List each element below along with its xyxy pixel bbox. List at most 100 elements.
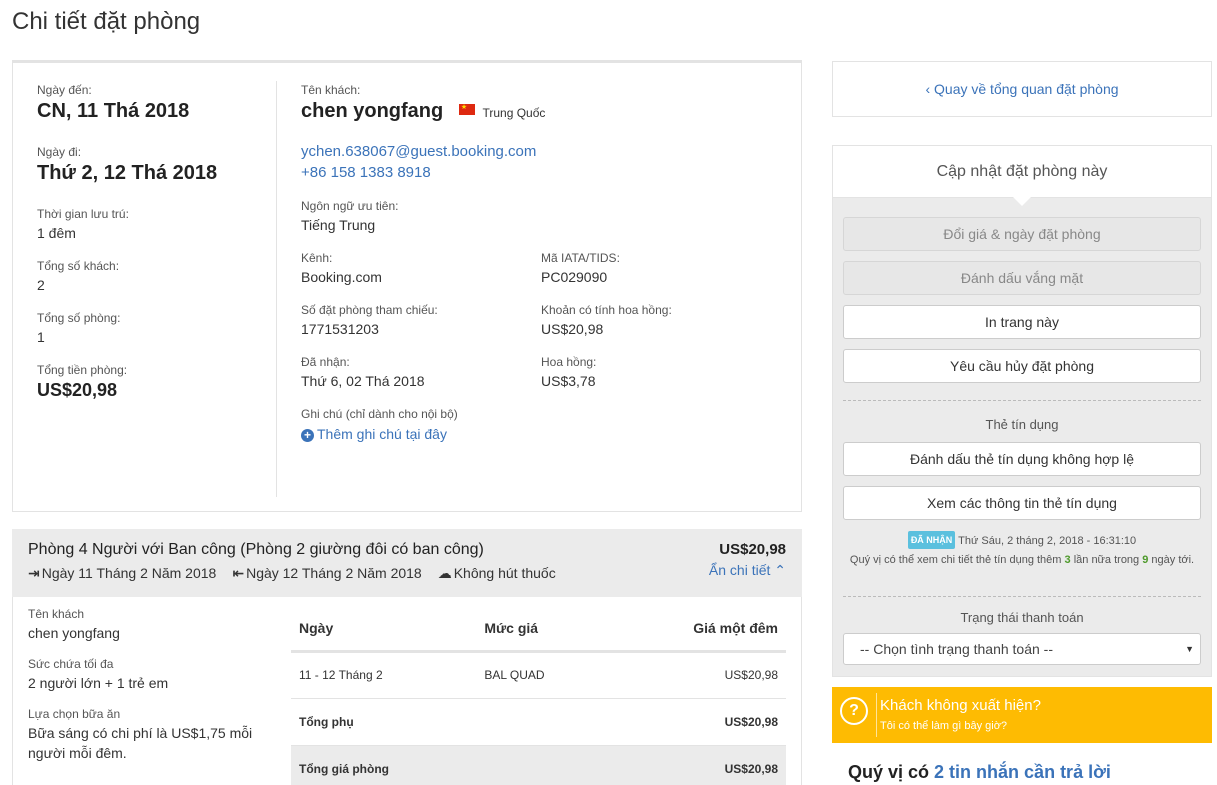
chevron-up-icon: ⌃ [774, 562, 786, 578]
guest-name-label: Tên khách: [301, 83, 361, 97]
meal-option: Bữa sáng có chi phí là US$1,75 mỗi người… [28, 725, 253, 761]
china-flag-icon [458, 103, 475, 115]
commissionable-label: Khoản có tính hoa hồng: [541, 303, 672, 317]
total-price-label: Tổng tiền phòng: [37, 363, 128, 377]
internal-note-label: Ghi chú (chỉ dành cho nội bộ) [301, 407, 458, 421]
change-price-dates-button[interactable]: Đổi giá & ngày đặt phòng [843, 217, 1201, 251]
row-date: 11 - 12 Tháng 2 [291, 651, 477, 699]
col-rate: Mức giá [476, 607, 610, 653]
no-show-title: Khách không xuất hiện? [880, 697, 1041, 714]
request-cancellation-button[interactable]: Yêu cầu hủy đặt phòng [843, 349, 1201, 383]
room-details: Tên khách chen yongfang Sức chứa tối đa … [12, 597, 802, 785]
guest-phone-link[interactable]: +86 158 1383 8918 [301, 164, 781, 181]
card-received-info: ĐÃ NHẬN Thứ Sáu, 2 tháng 2, 2018 - 16:31… [843, 531, 1201, 549]
room-guest-label: Tên khách [28, 607, 85, 621]
col-nightly-price: Giá một đêm [609, 607, 786, 653]
booking-summary-card: Ngày đến: CN, 11 Thá 2018 Ngày đi: Thứ 2… [12, 60, 802, 512]
guest-email-link[interactable]: ychen.638067@guest.booking.com [301, 143, 781, 160]
no-show-banner[interactable]: ? Khách không xuất hiện? Tôi có thể làm … [832, 687, 1212, 743]
received-badge: ĐÃ NHẬN [907, 531, 956, 549]
payment-status-select[interactable]: -- Chọn tình trạng thanh toán -- ▼ [843, 633, 1201, 665]
cc-note-text: ngày tới. [1151, 554, 1195, 566]
summary-divider [276, 81, 277, 497]
stay-length-label: Thời gian lưu trú: [37, 207, 129, 221]
room-total-value: US$20,98 [609, 745, 786, 785]
departure-label: Ngày đi: [37, 145, 82, 159]
total-price: US$20,98 [37, 380, 118, 400]
check-in-icon: ⇥ [28, 565, 40, 581]
mark-no-show-button[interactable]: Đánh dấu vắng mặt [843, 261, 1201, 295]
add-note-link[interactable]: + Thêm ghi chú tại đây [301, 426, 781, 442]
add-note-text: Thêm ghi chú tại đây [317, 426, 447, 442]
divider [843, 596, 1201, 597]
cc-note-text: Quý vị có thể xem chi tiết thẻ tín dụng … [849, 554, 1062, 566]
channel-label: Kênh: [301, 251, 333, 265]
subtotal-value: US$20,98 [609, 698, 786, 746]
messages-prefix: Quý vị có [848, 762, 930, 782]
received-date: Thứ 6, 02 Thá 2018 [301, 373, 425, 389]
total-rooms-label: Tổng số phòng: [37, 311, 121, 325]
table-row: 11 - 12 Tháng 2 BAL QUAD US$20,98 [291, 651, 786, 699]
total-guests: 2 [37, 277, 45, 293]
mark-card-invalid-button[interactable]: Đánh dấu thẻ tín dụng không hợp lệ [843, 442, 1201, 476]
back-to-overview-link[interactable]: ‹ Quay về tổng quan đặt phòng [925, 81, 1118, 97]
plus-icon: + [301, 429, 314, 442]
messages-heading: Quý vị có 2 tin nhắn cần trả lời [848, 762, 1111, 783]
stay-summary: Ngày đến: CN, 11 Thá 2018 Ngày đi: Thứ 2… [37, 83, 267, 419]
room-price: US$20,98 [719, 541, 786, 558]
divider [843, 400, 1201, 401]
no-show-subtitle: Tôi có thể làm gì bây giờ? [880, 720, 1008, 732]
meal-label: Lựa chọn bữa ăn [28, 707, 121, 721]
channel: Booking.com [301, 269, 382, 285]
capacity-label: Sức chứa tối đa [28, 657, 114, 671]
rate-table: Ngày Mức giá Giá một đêm 11 - 12 Tháng 2… [291, 607, 786, 785]
total-guests-label: Tổng số khách: [37, 259, 120, 273]
iata-code: PC029090 [541, 269, 608, 285]
hide-details-link[interactable]: Ẩn chi tiết ⌃ [709, 562, 786, 579]
total-row: Tổng giá phòng US$20,98 [291, 745, 786, 785]
commission-label: Hoa hồng: [541, 355, 597, 369]
chevron-left-icon: ‹ [925, 81, 931, 97]
hide-details-text: Ẩn chi tiết [708, 562, 771, 578]
guest-details: Tên khách: chen yongfang Trung Quốc yche… [301, 83, 781, 442]
room-checkout: Ngày 12 Tháng 2 Năm 2018 [246, 565, 422, 581]
preferred-language: Tiếng Trung [301, 217, 376, 233]
page-title: Chi tiết đặt phòng [12, 8, 201, 35]
room-total-label: Tổng giá phòng [291, 745, 477, 785]
row-rate: BAL QUAD [476, 651, 610, 699]
banner-divider [876, 693, 877, 737]
arrival-label: Ngày đến: [37, 83, 92, 97]
update-booking-panel: Cập nhật đặt phòng này Đổi giá & ngày đặ… [832, 145, 1212, 677]
total-rooms: 1 [37, 329, 45, 345]
room-header: Phòng 4 Người với Ban công (Phòng 2 giườ… [12, 529, 802, 597]
caret-down-icon: ▼ [1185, 644, 1194, 654]
credit-card-section-label: Thẻ tín dụng [985, 417, 1059, 432]
iata-label: Mã IATA/TIDS: [541, 251, 620, 265]
guest-name: chen yongfang [301, 100, 444, 122]
payment-status-value: -- Chọn tình trạng thanh toán -- [860, 641, 1053, 657]
days-remaining: 9 [1142, 554, 1149, 566]
card-received-time: Thứ Sáu, 2 tháng 2, 2018 - 16:31:10 [958, 535, 1137, 547]
card-view-limit-note: Quý vị có thể xem chi tiết thẻ tín dụng … [843, 552, 1201, 568]
room-checkin: Ngày 11 Tháng 2 Năm 2018 [41, 565, 217, 581]
departure-date: Thứ 2, 12 Thá 2018 [37, 162, 218, 184]
print-page-button[interactable]: In trang này [843, 305, 1201, 339]
check-out-icon: ⇤ [232, 565, 245, 581]
col-date: Ngày [291, 607, 477, 653]
payment-status-label: Trạng thái thanh toán [960, 610, 1084, 625]
subtotal-label: Tổng phụ [291, 698, 477, 746]
language-label: Ngôn ngữ ưu tiên: [301, 199, 399, 213]
subtotal-row: Tổng phụ US$20,98 [291, 698, 786, 746]
max-capacity: 2 người lớn + 1 trẻ em [28, 675, 169, 691]
arrival-date: CN, 11 Thá 2018 [37, 100, 190, 122]
view-card-details-button[interactable]: Xem các thông tin thẻ tín dụng [843, 486, 1201, 520]
back-card: ‹ Quay về tổng quan đặt phòng [832, 61, 1212, 117]
back-link-text: Quay về tổng quan đặt phòng [934, 81, 1119, 97]
cloud-icon: ☁ [437, 565, 452, 581]
received-label: Đã nhận: [301, 355, 350, 369]
reference-label: Số đặt phòng tham chiếu: [301, 303, 438, 317]
commissionable-amount: US$20,98 [541, 321, 604, 337]
messages-link[interactable]: 2 tin nhắn cần trả lời [934, 762, 1111, 782]
smoking-policy: Không hút thuốc [453, 565, 556, 581]
stay-length: 1 đêm [37, 225, 76, 241]
